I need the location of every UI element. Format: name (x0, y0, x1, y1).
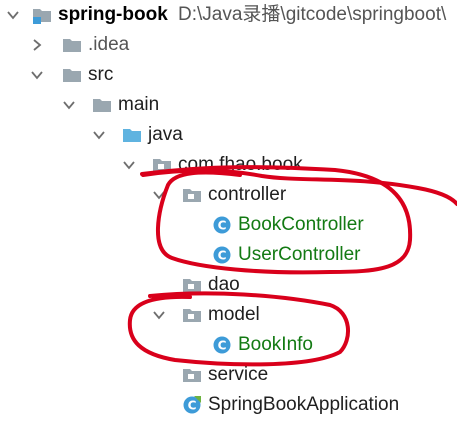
tree-node-label: .idea (88, 34, 130, 55)
project-path: D:\Java录播\gitcode\springboot\ (178, 4, 447, 25)
tree-node-label: src (88, 64, 114, 85)
package-icon (182, 365, 202, 385)
tree-node-label: BookInfo (238, 334, 313, 355)
package-icon (182, 305, 202, 325)
tree-node-java[interactable]: java (0, 120, 457, 150)
tree-node-src[interactable]: src (0, 60, 457, 90)
tree-node-book-info[interactable]: BookInfo (0, 330, 457, 360)
chevron-right-icon[interactable] (30, 38, 44, 52)
package-icon (152, 155, 172, 175)
chevron-down-icon[interactable] (6, 8, 20, 22)
chevron-down-icon[interactable] (62, 98, 76, 112)
tree-node-model[interactable]: model (0, 300, 457, 330)
package-icon (182, 185, 202, 205)
folder-icon (62, 35, 82, 55)
tree-node-label: main (118, 94, 160, 115)
chevron-down-icon[interactable] (152, 308, 166, 322)
tree-node-main[interactable]: main (0, 90, 457, 120)
tree-node-label: UserController (238, 244, 361, 265)
tree-node-label: BookController (238, 214, 364, 235)
folder-icon (62, 65, 82, 85)
tree-node-label: model (208, 304, 260, 325)
tree-node-book-controller[interactable]: BookController (0, 210, 457, 240)
tree-node-label: SpringBookApplication (208, 394, 400, 415)
chevron-down-icon[interactable] (152, 188, 166, 202)
java-class-icon (212, 215, 232, 235)
spring-boot-class-icon (182, 395, 202, 415)
chevron-down-icon[interactable] (122, 158, 136, 172)
module-folder-icon (32, 5, 52, 25)
java-class-icon (212, 335, 232, 355)
tree-node-spring-book[interactable]: spring-book D:\Java录播\gitcode\springboot… (0, 0, 457, 30)
tree-node-user-controller[interactable]: UserController (0, 240, 457, 270)
tree-node-label: com.fhao.book (178, 154, 303, 175)
tree-node-label: dao (208, 274, 240, 295)
chevron-down-icon[interactable] (92, 128, 106, 142)
tree-node-spring-book-application[interactable]: SpringBookApplication (0, 390, 457, 420)
tree-node-controller[interactable]: controller (0, 180, 457, 210)
tree-node-label: controller (208, 184, 287, 205)
tree-node-dao[interactable]: dao (0, 270, 457, 300)
tree-node-label: java (148, 124, 183, 145)
tree-node-service[interactable]: service (0, 360, 457, 390)
source-root-folder-icon (122, 125, 142, 145)
tree-node-label: service (208, 364, 269, 385)
folder-icon (92, 95, 112, 115)
tree-node-idea[interactable]: .idea (0, 30, 457, 60)
package-icon (182, 275, 202, 295)
tree-node-package-com-fhao-book[interactable]: com.fhao.book (0, 150, 457, 180)
chevron-down-icon[interactable] (30, 68, 44, 82)
java-class-icon (212, 245, 232, 265)
project-name: spring-book (58, 4, 168, 25)
